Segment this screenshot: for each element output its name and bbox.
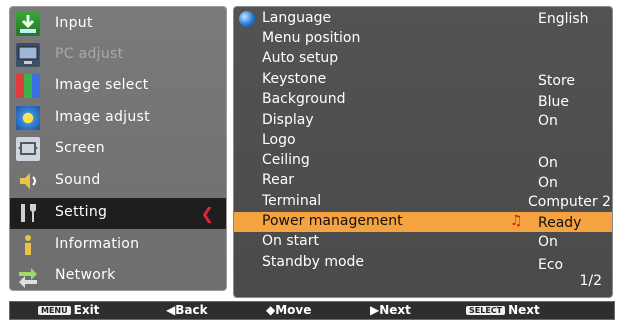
setting-row-logo[interactable]: Logo xyxy=(234,131,612,151)
menu-item-image-select[interactable]: Image select xyxy=(10,71,226,101)
setting-value: Ready xyxy=(538,215,582,231)
menu-item-information[interactable]: Information xyxy=(10,230,226,260)
select-hint[interactable]: SELECT Next xyxy=(466,303,540,317)
menu-item-label: PC adjust xyxy=(55,46,124,62)
setting-label: Ceiling xyxy=(262,152,310,168)
image-adjust-icon xyxy=(16,106,40,130)
menu-item-label: Sound xyxy=(55,172,101,188)
menu-item-label: Image adjust xyxy=(55,109,150,125)
menu-item-input[interactable]: Input xyxy=(10,9,226,39)
menu-key-badge: MENU xyxy=(38,306,71,315)
menu-item-label: Screen xyxy=(55,140,105,156)
information-icon xyxy=(16,233,40,257)
setting-label: Standby mode xyxy=(262,254,365,270)
setting-row-menu-position[interactable]: Menu position xyxy=(234,29,612,49)
next-hint[interactable]: ▶Next xyxy=(370,303,411,317)
exit-label: Exit xyxy=(73,303,100,317)
setting-value: Blue xyxy=(538,94,569,110)
globe-icon xyxy=(239,11,255,27)
setting-value: On xyxy=(538,155,558,171)
pc-adjust-icon xyxy=(16,43,40,67)
back-hint[interactable]: ◀Back xyxy=(166,303,208,317)
setting-row-terminal[interactable]: Terminal Computer 2 xyxy=(234,192,612,212)
setting-row-ceiling[interactable]: Ceiling On xyxy=(234,151,612,171)
power-management-icon: ♫ xyxy=(510,213,523,229)
setting-label: Terminal xyxy=(262,193,322,209)
help-bar: MENU Exit ◀Back ◆Move ▶Next SELECT Next xyxy=(9,301,615,320)
setting-label: On start xyxy=(262,233,319,249)
select-label: Next xyxy=(508,303,540,317)
menu-item-image-adjust[interactable]: Image adjust xyxy=(10,103,226,133)
setting-row-auto-setup[interactable]: Auto setup xyxy=(234,49,612,69)
setting-row-language[interactable]: Language English xyxy=(234,9,612,29)
setting-label: Logo xyxy=(262,132,296,148)
setting-label: Auto setup xyxy=(262,50,339,66)
setting-value: English xyxy=(538,11,589,27)
setting-label: Rear xyxy=(262,172,295,188)
menu-item-label: Setting xyxy=(55,204,108,220)
setting-label: Language xyxy=(262,10,332,26)
setting-value: On xyxy=(538,113,558,129)
setting-row-on-start[interactable]: On start On xyxy=(234,232,612,252)
menu-item-network[interactable]: Network xyxy=(10,261,226,291)
menu-item-label: Image select xyxy=(55,77,149,93)
setting-value: Store xyxy=(538,73,576,89)
image-select-icon xyxy=(16,74,40,98)
setting-label: Display xyxy=(262,112,314,128)
setting-value: On xyxy=(538,175,558,191)
setting-value: On xyxy=(538,234,558,250)
menu-item-label: Network xyxy=(55,267,116,283)
exit-hint[interactable]: MENU Exit xyxy=(38,303,99,317)
setting-label: Menu position xyxy=(262,30,361,46)
setting-submenu-panel: Language English Menu position Auto setu… xyxy=(233,6,613,298)
setting-icon xyxy=(16,201,40,225)
selected-arrow-icon: ❮ xyxy=(200,204,214,223)
setting-value: Eco xyxy=(538,257,564,273)
setting-row-standby-mode[interactable]: Standby mode Eco xyxy=(234,253,612,273)
screen-icon xyxy=(16,137,40,161)
setting-row-rear[interactable]: Rear On xyxy=(234,171,612,191)
network-icon xyxy=(16,264,40,288)
menu-item-screen[interactable]: Screen xyxy=(10,134,226,164)
menu-item-setting[interactable]: Setting ❮ xyxy=(10,198,226,229)
setting-label: Background xyxy=(262,91,346,107)
main-menu-panel: Input PC adjust Image select Image adjus… xyxy=(9,6,227,291)
setting-row-background[interactable]: Background Blue xyxy=(234,90,612,110)
setting-row-power-management[interactable]: Power management ♫ Ready xyxy=(234,212,612,232)
menu-item-sound[interactable]: Sound xyxy=(10,166,226,196)
setting-row-display[interactable]: Display On xyxy=(234,111,612,131)
input-icon xyxy=(16,12,40,36)
menu-item-label: Information xyxy=(55,236,140,252)
setting-value: Computer 2 xyxy=(528,194,611,210)
setting-label: Keystone xyxy=(262,71,327,87)
menu-item-pc-adjust[interactable]: PC adjust xyxy=(10,40,226,70)
move-hint[interactable]: ◆Move xyxy=(266,303,311,317)
setting-label: Power management xyxy=(262,213,403,229)
setting-row-keystone[interactable]: Keystone Store xyxy=(234,70,612,90)
sound-icon xyxy=(16,169,40,193)
page-indicator: 1/2 xyxy=(579,273,602,289)
select-key-badge: SELECT xyxy=(466,306,506,315)
menu-item-label: Input xyxy=(55,15,93,31)
